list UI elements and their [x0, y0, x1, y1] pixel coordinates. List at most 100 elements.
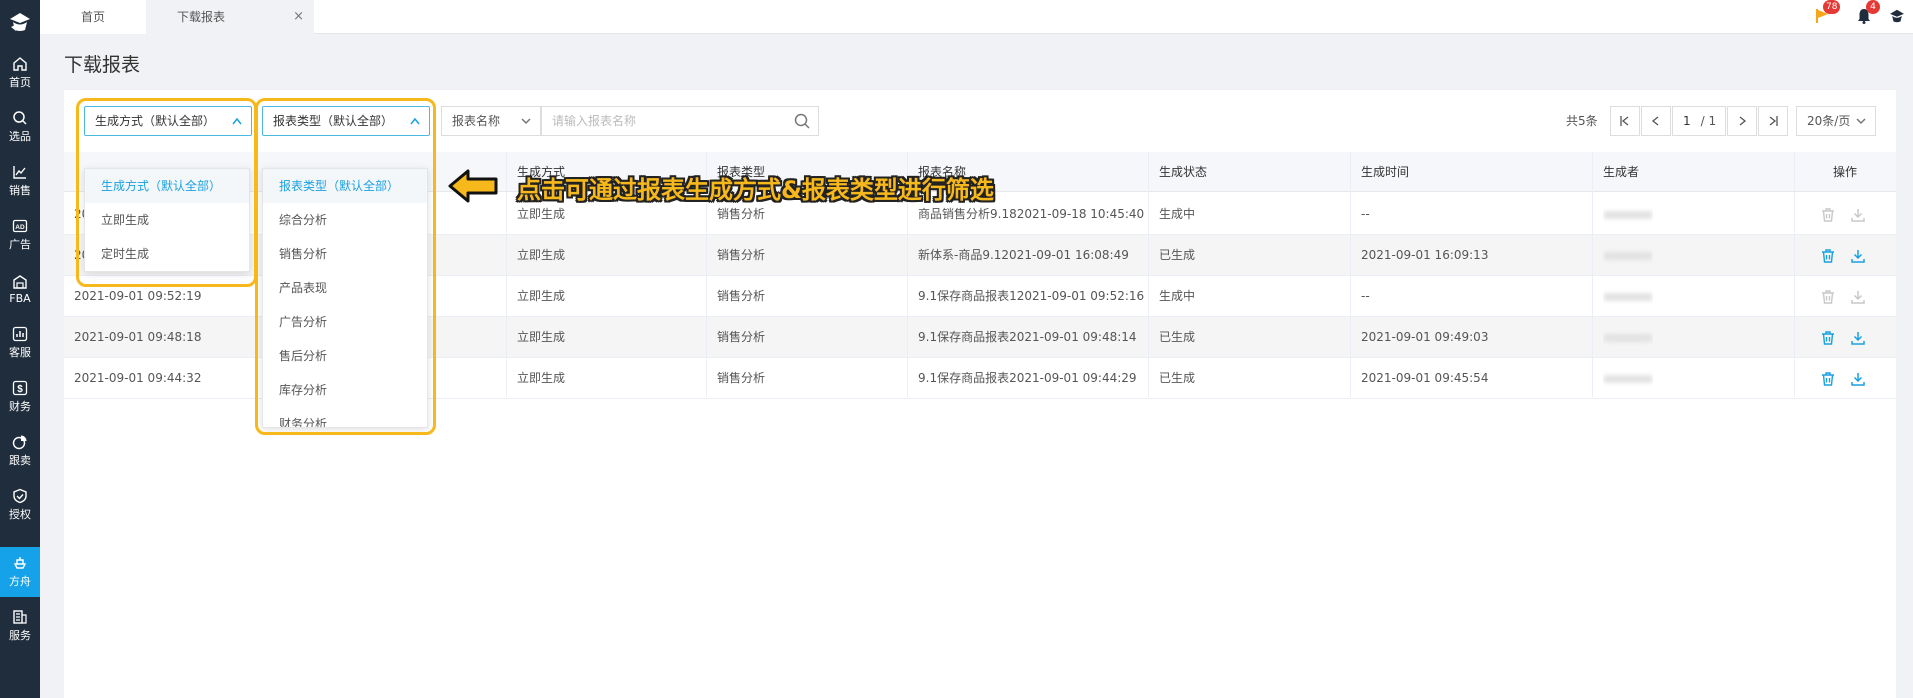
next-page-button[interactable]	[1727, 106, 1757, 136]
gen-time-cell: --	[1361, 207, 1370, 221]
dollar-icon: $	[12, 380, 28, 398]
gen-method-option[interactable]: 生成方式（默认全部）	[85, 169, 249, 203]
last-page-button[interactable]	[1758, 106, 1788, 136]
select-value: 生成方式（默认全部）	[95, 114, 216, 128]
creator-redacted	[1603, 374, 1653, 383]
created-time-cell: 2021-09-01 09:48:18	[74, 330, 202, 344]
column-divider	[1350, 152, 1351, 397]
select-value: 20条/页	[1807, 114, 1851, 128]
report-type-select[interactable]: 报表类型（默认全部）	[262, 106, 430, 136]
sidebar-item-label: 首页	[9, 76, 31, 89]
type-cell: 销售分析	[717, 371, 766, 385]
download-icon[interactable]	[1850, 248, 1866, 264]
svg-text:AD: AD	[15, 224, 25, 231]
report-type-option[interactable]: 库存分析	[263, 373, 427, 407]
report-type-option[interactable]: 广告分析	[263, 305, 427, 339]
line-chart-icon	[12, 164, 28, 182]
gen-time-cell: 2021-09-01 09:45:54	[1361, 371, 1489, 385]
status-cell: 生成中	[1159, 289, 1196, 303]
actions-cell	[1820, 317, 1866, 358]
gen-method-dropdown: 生成方式（默认全部） 立即生成 定时生成	[84, 168, 250, 272]
gen-method-select[interactable]: 生成方式（默认全部）	[84, 106, 252, 136]
type-cell: 销售分析	[717, 330, 766, 344]
delete-icon[interactable]	[1820, 289, 1836, 305]
report-type-option[interactable]: 财务分析	[263, 407, 427, 427]
prev-page-button[interactable]	[1641, 106, 1671, 136]
chevron-up-icon	[231, 107, 243, 145]
report-type-option[interactable]: 销售分析	[263, 237, 427, 271]
chevron-down-icon	[1855, 107, 1867, 145]
download-icon[interactable]	[1850, 371, 1866, 387]
report-type-option[interactable]: 售后分析	[263, 339, 427, 373]
page-number-box[interactable]: 1 / 1	[1672, 106, 1726, 136]
report-type-dropdown: 报表类型（默认全部） 综合分析 销售分析 产品表现 广告分析 售后分析 库存分析 财务分析	[262, 168, 428, 428]
report-type-option[interactable]: 报表类型（默认全部）	[263, 169, 427, 203]
pie-chart-icon	[12, 434, 28, 452]
shield-icon	[12, 488, 28, 506]
gen-method-option[interactable]: 立即生成	[85, 203, 249, 237]
column-divider	[1592, 152, 1593, 397]
ad-icon: AD	[12, 218, 28, 236]
column-header: 生成状态	[1159, 152, 1309, 192]
report-name-cell: 新体系-商品9.12021-09-01 16:08:49	[918, 248, 1129, 262]
sidebar-item[interactable]: 服务	[0, 601, 40, 651]
tab-download-report[interactable]: 下载报表 ×	[146, 0, 314, 34]
column-divider	[506, 152, 507, 397]
tab-home[interactable]: 首页	[40, 0, 146, 34]
sidebar-item[interactable]: 客服	[0, 318, 40, 368]
sidebar-item[interactable]: AD 广告	[0, 210, 40, 260]
delete-icon[interactable]	[1820, 330, 1836, 346]
creator-cell	[1603, 235, 1653, 276]
sidebar-item[interactable]: 销售	[0, 156, 40, 206]
creator-cell	[1603, 276, 1653, 317]
sidebar-item-label: 销售	[9, 184, 31, 197]
report-name-cell: 9.1保存商品报表2021-09-01 09:48:14	[918, 330, 1137, 344]
gen-time-cell: 2021-09-01 09:49:03	[1361, 330, 1489, 344]
sidebar-item[interactable]: 选品	[0, 102, 40, 152]
search-field-select[interactable]: 报表名称	[441, 106, 541, 136]
first-page-button[interactable]	[1610, 106, 1640, 136]
svg-text:$: $	[17, 384, 23, 395]
creator-redacted	[1603, 292, 1653, 301]
current-page: 1	[1683, 114, 1691, 128]
select-value: 报表类型（默认全部）	[273, 114, 394, 128]
creator-redacted	[1603, 333, 1653, 342]
search-input[interactable]	[552, 114, 782, 128]
download-icon[interactable]	[1850, 330, 1866, 346]
search-icon[interactable]	[794, 113, 810, 129]
page-size-select[interactable]: 20条/页	[1796, 106, 1876, 136]
actions-cell	[1820, 358, 1866, 399]
ark-icon	[12, 555, 28, 573]
avatar[interactable]	[1888, 7, 1906, 25]
method-cell: 立即生成	[517, 330, 566, 344]
delete-icon[interactable]	[1820, 248, 1836, 264]
sidebar-item-label: 方舟	[9, 575, 31, 588]
app-logo[interactable]	[0, 0, 40, 44]
download-icon[interactable]	[1850, 289, 1866, 305]
report-type-option[interactable]: 综合分析	[263, 203, 427, 237]
sidebar-item[interactable]: 跟卖	[0, 426, 40, 476]
gen-method-option[interactable]: 定时生成	[85, 237, 249, 271]
warehouse-icon	[12, 274, 28, 292]
sidebar-item[interactable]: $ 财务	[0, 372, 40, 422]
close-icon[interactable]: ×	[293, 0, 304, 34]
column-divider	[1794, 152, 1795, 397]
type-cell: 销售分析	[717, 248, 766, 262]
created-time-cell: 2021-09-01 09:52:19	[74, 289, 202, 303]
sidebar-item[interactable]: 首页	[0, 48, 40, 98]
download-icon[interactable]	[1850, 207, 1866, 223]
sidebar-item[interactable]: 授权	[0, 480, 40, 530]
sidebar-item[interactable]: 方舟	[0, 547, 40, 597]
actions-cell	[1820, 194, 1866, 235]
method-cell: 立即生成	[517, 289, 566, 303]
method-cell: 立即生成	[517, 371, 566, 385]
delete-icon[interactable]	[1820, 207, 1836, 223]
sidebar-item[interactable]: FBA	[0, 264, 40, 314]
tab-label: 首页	[80, 10, 105, 24]
sidebar-item-label: 选品	[9, 130, 31, 143]
search-box	[541, 106, 819, 136]
sidebar-item-label: 广告	[9, 238, 31, 251]
report-type-option[interactable]: 产品表现	[263, 271, 427, 305]
delete-icon[interactable]	[1820, 371, 1836, 387]
column-header: 生成者	[1603, 152, 1753, 192]
